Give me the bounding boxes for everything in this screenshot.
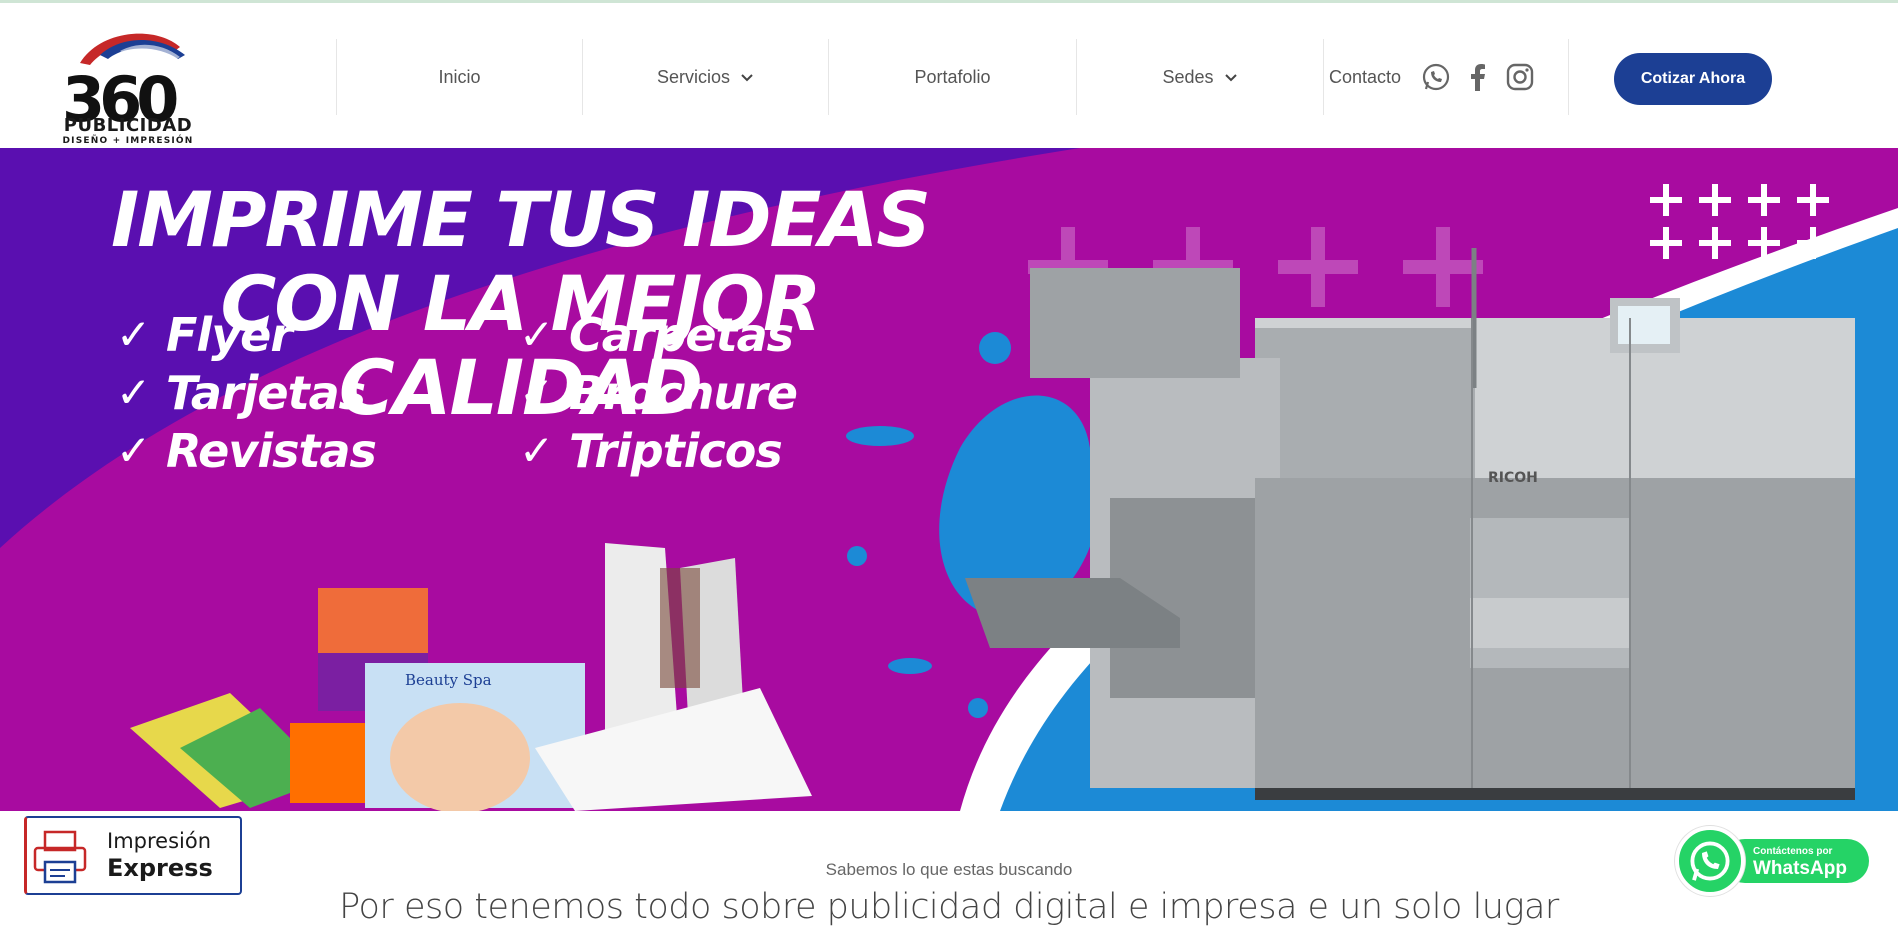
printer-machine: RICOH (965, 248, 1855, 800)
nav-item-inicio[interactable]: Inicio (336, 39, 582, 115)
list-item-label: Carpetas (569, 308, 794, 362)
service-list-right: ✓ Carpetas ✓ Brochure ✓ Tripticos (519, 306, 798, 480)
intro-subtitle: Sabemos lo que estas buscando (825, 860, 1073, 879)
nav-item-label: Inicio (438, 66, 481, 87)
sample-label: Beauty Spa (405, 671, 492, 689)
list-item-label: Brochure (569, 366, 798, 420)
nav-item-label: Sedes (1162, 66, 1214, 87)
facebook-icon[interactable] (1463, 62, 1493, 92)
list-item: ✓ Brochure (519, 364, 798, 422)
check-icon: ✓ (519, 310, 554, 359)
list-item-label: Flyer (166, 308, 293, 362)
site-header: 360 PUBLICIDAD DISEÑO + IMPRESIÓN Inicio… (0, 3, 1898, 148)
whatsapp-small-text: Contáctenos por (1753, 846, 1833, 857)
hero-banner: RICOH IMPRIME TUS IDEAS CON LA MEJOR CAL… (0, 148, 1898, 811)
social-links (1409, 62, 1535, 92)
express-line-1: Impresión (107, 829, 212, 853)
nav-item-label: Servicios (656, 66, 731, 87)
list-item: ✓ Tripticos (519, 422, 797, 480)
list-item-label: Revistas (166, 424, 377, 478)
check-icon: ✓ (116, 310, 151, 359)
nav-item-contacto-link[interactable]: Contacto (1329, 67, 1401, 88)
check-icon: ✓ (116, 426, 151, 475)
logo-name: PUBLICIDAD (63, 115, 193, 136)
headline-line-1: IMPRIME TUS IDEAS (111, 175, 931, 264)
nav-item-contacto: Contacto (1323, 39, 1569, 115)
main-nav: Inicio Servicios Portafolio Sedes Contac… (336, 39, 1569, 115)
list-item: ✓ Revistas (116, 422, 377, 480)
check-icon: ✓ (116, 368, 151, 417)
printer-brand-label: RICOH (1488, 470, 1538, 486)
logo-tagline: DISEÑO + IMPRESIÓN (62, 136, 194, 146)
whatsapp-icon (1675, 826, 1745, 896)
cotizar-ahora-button[interactable]: Cotizar Ahora (1614, 53, 1772, 105)
nav-item-servicios[interactable]: Servicios (582, 39, 828, 115)
list-item-label: Tripticos (569, 424, 783, 478)
service-list-left: ✓ Flyer ✓ Tarjetas ✓ Revistas (116, 306, 377, 480)
nav-item-label: Portafolio (914, 66, 991, 87)
list-item: ✓ Carpetas (519, 306, 797, 364)
list-item: ✓ Flyer (116, 306, 376, 364)
list-item: ✓ Tarjetas (116, 364, 376, 422)
instagram-icon[interactable] (1505, 62, 1535, 92)
list-item-label: Tarjetas (166, 366, 366, 420)
chevron-down-icon (741, 74, 753, 82)
whatsapp-contact-button[interactable]: Contáctenos por WhatsApp (1675, 826, 1875, 896)
whatsapp-icon[interactable] (1421, 62, 1451, 92)
intro-title: Por eso tenemos todo sobre publicidad di… (339, 887, 1559, 927)
chevron-down-icon (1224, 74, 1237, 82)
check-icon: ✓ (519, 368, 554, 417)
impresion-express-badge[interactable]: Impresión Express (24, 816, 242, 895)
nav-item-sedes[interactable]: Sedes (1076, 39, 1323, 115)
whatsapp-big-text: WhatsApp (1753, 858, 1847, 879)
check-icon: ✓ (519, 426, 554, 475)
nav-item-portafolio[interactable]: Portafolio (828, 39, 1076, 115)
